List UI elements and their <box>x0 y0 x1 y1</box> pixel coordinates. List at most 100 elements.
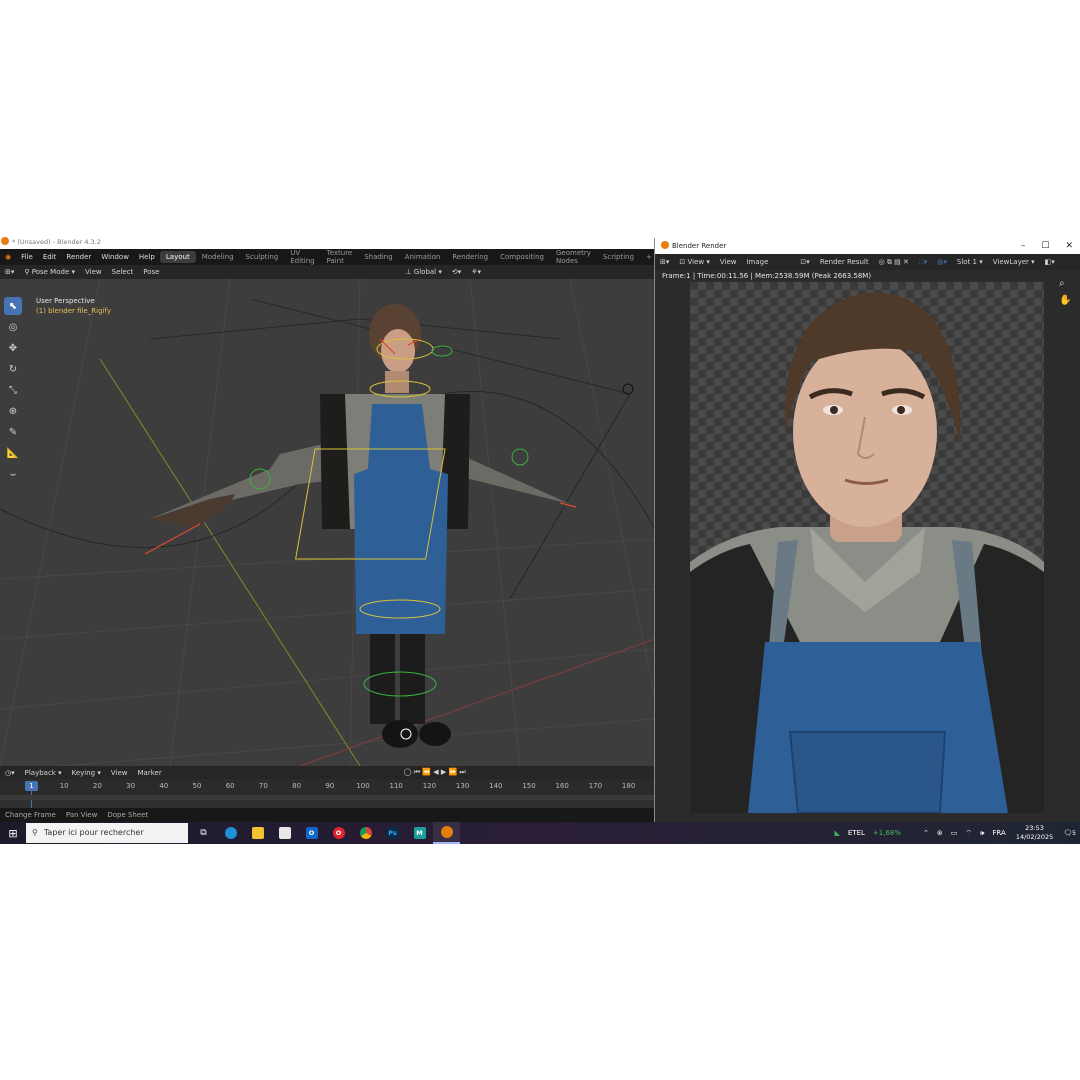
tab-animation[interactable]: Animation <box>399 251 447 263</box>
maya-icon[interactable]: M <box>406 822 433 844</box>
snap-icon[interactable]: ⚘▾ <box>466 268 486 276</box>
file-explorer-icon[interactable] <box>244 822 271 844</box>
search-icon: ⚲ <box>32 828 38 837</box>
editor-type-icon[interactable]: ⊞▾ <box>0 268 19 276</box>
language-indicator[interactable]: FRA <box>988 829 1009 837</box>
tab-compositing[interactable]: Compositing <box>494 251 550 263</box>
tray-chevron-icon[interactable]: ⌃ <box>919 829 933 837</box>
network-icon[interactable]: ▭ <box>947 829 962 837</box>
cursor-tool-icon[interactable]: ◎ <box>4 318 22 336</box>
header-view[interactable]: View <box>80 268 107 276</box>
blender-menu-logo-icon[interactable]: ◉ <box>0 253 16 261</box>
timeline-keying[interactable]: Keying ▾ <box>67 769 106 777</box>
transform-orientation[interactable]: ⊥ Global ▾ <box>400 268 446 276</box>
frame-tick-110: 110 <box>389 782 403 790</box>
measure-tool-icon[interactable]: 📐 <box>4 444 22 462</box>
mode-selector[interactable]: ⚲ Pose Mode ▾ <box>19 268 80 276</box>
render-info-text: Frame:1 | Time:00:11.56 | Mem:2538.59M (… <box>662 272 872 280</box>
status-bar: Change Frame Pan View Dope Sheet <box>0 808 655 822</box>
store-icon[interactable] <box>271 822 298 844</box>
tab-uv-editing[interactable]: UV Editing <box>284 247 320 267</box>
relax-tool-icon[interactable]: ⌣ <box>4 465 22 483</box>
rw-menu-view[interactable]: View <box>715 258 742 266</box>
tab-sculpting[interactable]: Sculpting <box>240 251 285 263</box>
menu-window[interactable]: Window <box>96 253 134 261</box>
minimize-button[interactable]: – <box>1021 238 1026 254</box>
image-mode-icon[interactable]: ⊡ View ▾ <box>674 258 714 266</box>
view-layer-selector[interactable]: ViewLayer ▾ <box>988 258 1040 266</box>
3d-viewport[interactable]: ⬉ ◎ ✥ ↻ ⤡ ⊕ ✎ 📐 ⌣ User Perspective (1) b… <box>0 279 655 766</box>
scale-tool-icon[interactable]: ⤡ <box>4 381 22 399</box>
tool-shelf: ⬉ ◎ ✥ ↻ ⤡ ⊕ ✎ 📐 ⌣ <box>4 297 24 486</box>
menu-help[interactable]: Help <box>134 253 160 261</box>
move-tool-icon[interactable]: ✥ <box>4 339 22 357</box>
timeline-playback[interactable]: Playback ▾ <box>20 769 67 777</box>
overlay-icon[interactable]: ◍▾ <box>932 258 952 266</box>
timeline-ruler[interactable]: 1 10 20 30 40 50 60 70 80 90 100 110 120 130 140 150 16… <box>0 779 655 795</box>
stock-change[interactable]: +1,68% <box>869 829 905 837</box>
opera-icon[interactable]: O <box>325 822 352 844</box>
tab-texture-paint[interactable]: Texture Paint <box>321 247 359 267</box>
clock-time: 23:53 <box>1025 824 1044 832</box>
outlook-icon[interactable]: O <box>298 822 325 844</box>
character-model[interactable] <box>150 304 570 748</box>
taskbar-clock[interactable]: 23:53 14/02/2025 <box>1010 824 1059 842</box>
frame-tick-20: 20 <box>92 782 102 790</box>
taskbar-search-box[interactable]: ⚲ Taper ici pour rechercher <box>26 823 188 843</box>
rw-menu-image[interactable]: Image <box>741 258 773 266</box>
volume-icon[interactable]: 🕪 <box>976 829 988 838</box>
annotate-tool-icon[interactable]: ✎ <box>4 423 22 441</box>
menu-render[interactable]: Render <box>61 253 96 261</box>
timeline-track[interactable] <box>0 795 655 800</box>
tab-layout[interactable]: Layout <box>159 251 196 263</box>
tab-shading[interactable]: Shading <box>358 251 398 263</box>
timeline-editor: ◷▾ Playback ▾ Keying ▾ View Marker ◯ ⏮ ⏪… <box>0 766 655 822</box>
pan-hand-icon[interactable]: ✋ <box>1059 295 1075 306</box>
render-result-image[interactable] <box>690 282 1044 813</box>
menu-file[interactable]: File <box>16 253 38 261</box>
header-pose[interactable]: Pose <box>138 268 164 276</box>
notification-center-icon[interactable]: 🗨5 <box>1059 829 1080 837</box>
light-object-icon[interactable] <box>622 383 634 395</box>
active-object-label: (1) blender file_Rigify <box>36 307 111 315</box>
task-view-icon[interactable]: ⧉ <box>190 822 217 844</box>
timeline-editor-icon[interactable]: ◷▾ <box>0 769 20 777</box>
image-actions-icons[interactable]: ◎ ⧉ ▤ ✕ <box>874 258 914 267</box>
chrome-icon[interactable] <box>352 822 379 844</box>
tab-rendering[interactable]: Rendering <box>446 251 494 263</box>
zoom-icon[interactable]: ⌕ <box>1059 278 1075 289</box>
rotate-tool-icon[interactable]: ↻ <box>4 360 22 378</box>
timeline-marker[interactable]: Marker <box>133 769 167 777</box>
image-browse-icon[interactable]: ⊡▾ <box>795 258 814 266</box>
viewport-scene <box>0 279 655 766</box>
add-workspace-button[interactable]: + <box>640 251 655 263</box>
image-editor-type-icon[interactable]: ⊞▾ <box>655 258 674 266</box>
timeline-view[interactable]: View <box>106 769 133 777</box>
slot-selector[interactable]: Slot 1 ▾ <box>952 258 988 266</box>
stock-widget-icon[interactable]: ◣ <box>830 829 843 837</box>
current-frame-indicator[interactable]: 1 <box>25 781 38 791</box>
tab-geometry-nodes[interactable]: Geometry Nodes <box>550 247 597 267</box>
photoshop-icon[interactable]: Ps <box>379 822 406 844</box>
tab-modeling[interactable]: Modeling <box>196 251 240 263</box>
select-tool-icon[interactable]: ⬉ <box>4 297 22 315</box>
close-button[interactable]: ✕ <box>1065 238 1073 254</box>
display-channels-icon[interactable]: ◧▾ <box>1040 258 1060 266</box>
meet-now-icon[interactable]: ⊛ <box>933 829 947 837</box>
menu-edit[interactable]: Edit <box>38 253 62 261</box>
mode-label: Pose Mode <box>31 268 70 276</box>
playback-controls[interactable]: ◯ ⏮ ⏪ ◀ ▶ ⏩ ⏭ <box>399 768 471 777</box>
image-name-field[interactable]: Render Result <box>815 258 874 266</box>
stock-name[interactable]: ETEL <box>844 829 869 837</box>
header-select[interactable]: Select <box>107 268 139 276</box>
tab-scripting[interactable]: Scripting <box>597 251 640 263</box>
start-button[interactable]: ⊞ <box>0 822 26 844</box>
blender-taskbar-icon[interactable] <box>433 822 460 844</box>
pivot-icon[interactable]: ⟲▾ <box>447 268 466 276</box>
maximize-button[interactable]: ☐ <box>1041 238 1049 254</box>
gizmo-icon[interactable]: ⛶▾ <box>914 258 932 267</box>
frame-tick-170: 170 <box>588 782 603 790</box>
transform-tool-icon[interactable]: ⊕ <box>4 402 22 420</box>
edge-icon[interactable] <box>217 822 244 844</box>
wifi-icon[interactable]: ⌔ <box>961 829 976 838</box>
